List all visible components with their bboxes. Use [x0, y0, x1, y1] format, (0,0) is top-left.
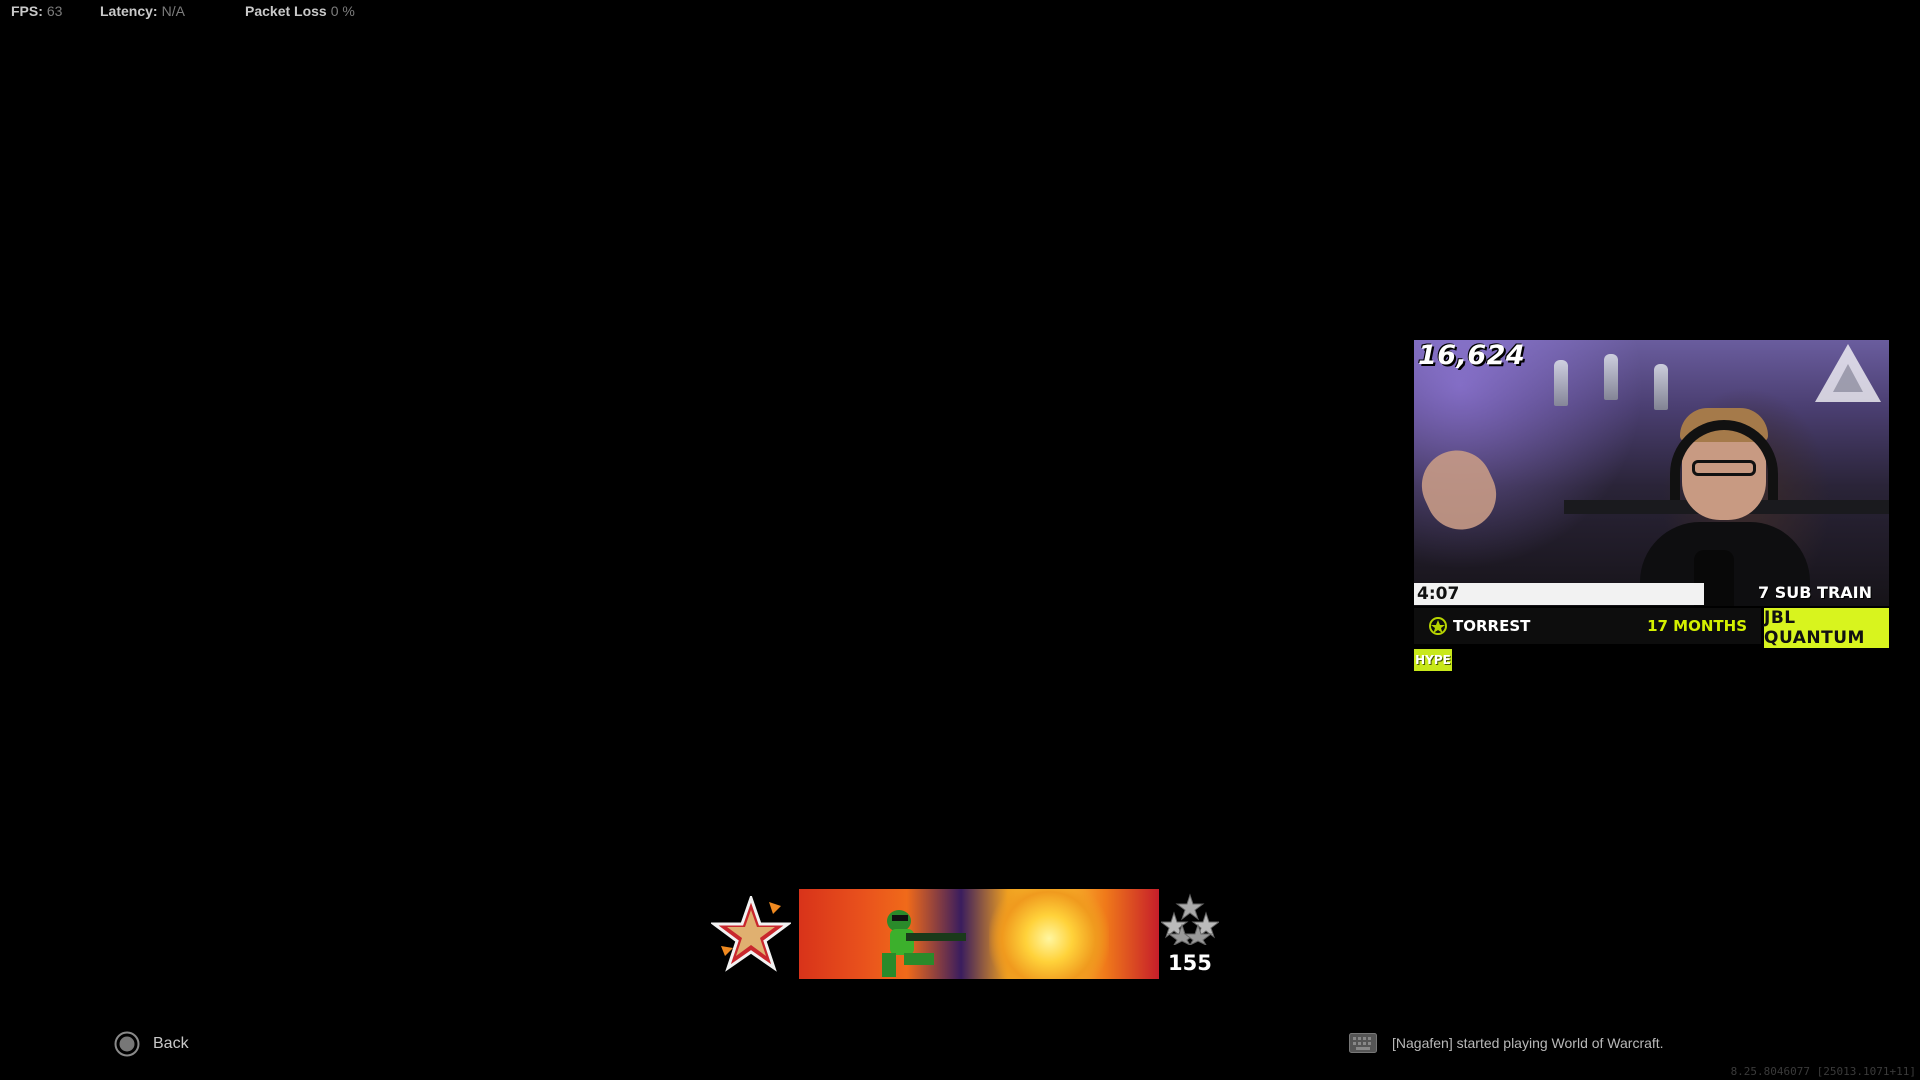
webcam-feed: 16,624 [1414, 340, 1889, 606]
sub-train-timer: 4:07 [1417, 584, 1460, 604]
build-version: 8.25.8046077 [25013.1071+11] [1730, 1065, 1916, 1078]
game-screen: FPS: 63 Latency: N/A Packet Loss 0 % 16,… [0, 0, 1920, 1080]
subscriber-name: TORREST [1453, 617, 1531, 635]
explosion-burst [989, 889, 1109, 979]
soldier-figure-icon [882, 910, 966, 977]
circle-button-icon [114, 1031, 140, 1057]
fps-stat: FPS: 63 [11, 2, 62, 20]
comic-soldier-calling-card [799, 889, 1159, 979]
latency-label: Latency: [100, 3, 158, 19]
keyboard-icon [1349, 1033, 1377, 1053]
latency-stat: Latency: N/A [100, 2, 185, 20]
prestige-stars-icon [1159, 893, 1221, 947]
trophy [1554, 360, 1568, 406]
glasses [1692, 460, 1756, 476]
player-level: 155 [1168, 951, 1212, 975]
sponsor-text: JBL QUANTUM [1764, 608, 1865, 648]
sub-train-timer-bar: 4:07 [1414, 583, 1704, 605]
stream-overlay: 16,624 4:07 7 SUB TRAIN TORREST 17 MONTH… [1413, 340, 1890, 671]
packet-loss-stat: Packet Loss 0 % [245, 2, 355, 20]
star-emblem-icon [711, 896, 791, 972]
subscriber-badge-icon [1429, 617, 1447, 635]
fps-value: 63 [46, 3, 63, 19]
trophy [1654, 364, 1668, 410]
fps-label: FPS: [11, 3, 43, 19]
back-button[interactable]: Back [114, 1030, 189, 1058]
friend-notification: [Nagafen] started playing World of Warcr… [1349, 1031, 1664, 1055]
sponsor-banner: JBL QUANTUM [1764, 608, 1889, 648]
prestige-rank: 155 [1159, 893, 1221, 983]
viewer-count: 16,624 [1418, 340, 1526, 371]
back-label: Back [153, 1035, 189, 1052]
tfue-logo-icon [1815, 344, 1881, 402]
packet-loss-value: 0 % [330, 3, 355, 19]
hype-badge: HYPE [1414, 649, 1452, 671]
trophy [1604, 354, 1618, 400]
latest-subscriber: TORREST 17 MONTHS [1414, 608, 1761, 644]
latency-value: N/A [161, 3, 185, 19]
subscriber-months: 17 MONTHS [1647, 617, 1747, 635]
packet-loss-label: Packet Loss [245, 3, 327, 19]
hype-text: HYPE [1415, 653, 1451, 667]
notification-text: [Nagafen] started playing World of Warcr… [1392, 1035, 1664, 1051]
sub-train-count: 7 SUB TRAIN [1758, 583, 1872, 602]
